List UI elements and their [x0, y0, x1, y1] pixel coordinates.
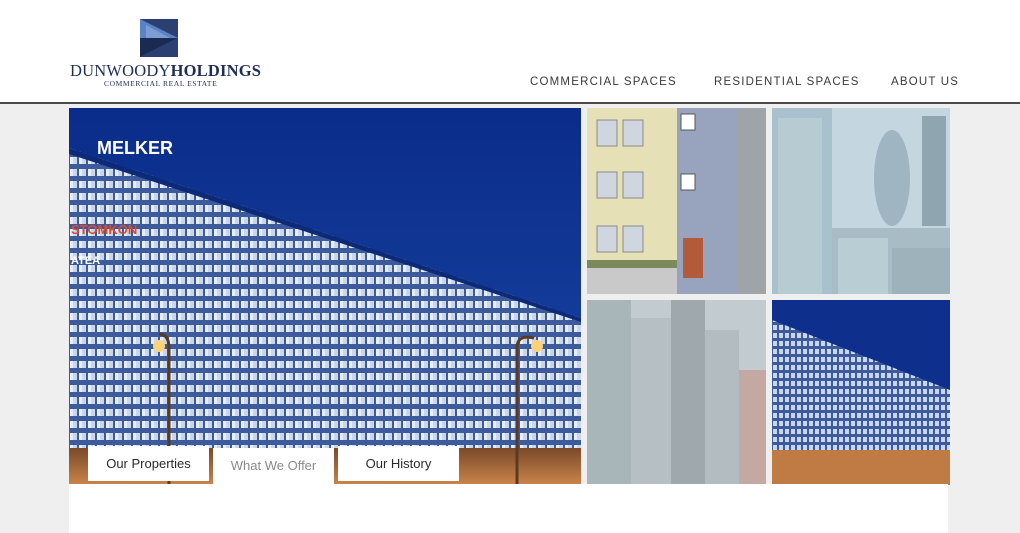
tab-content-panel	[69, 484, 948, 533]
residential-building-image	[587, 108, 766, 294]
thumb-skyscrapers[interactable]	[587, 300, 766, 484]
office-building-night-image	[772, 300, 950, 485]
tab-our-properties[interactable]: Our Properties	[88, 446, 209, 481]
main-nav: COMMERCIAL SPACES RESIDENTIAL SPACES ABO…	[0, 76, 1020, 90]
skyscrapers-image	[587, 300, 766, 484]
sign-atea: ATEA	[71, 255, 100, 267]
tab-our-history[interactable]: Our History	[338, 446, 459, 481]
nav-about-us[interactable]: ABOUT US	[891, 76, 959, 88]
hero-building-illustration: MELKER STOMKON ATEA	[69, 108, 581, 484]
thumb-residential-building[interactable]	[587, 108, 766, 294]
sign-stomkon: STOMKON	[71, 222, 137, 237]
tab-what-we-offer[interactable]: What We Offer	[213, 448, 334, 484]
logo-mark-icon	[140, 19, 178, 57]
city-skyline-image	[772, 108, 950, 294]
thumb-city-skyline[interactable]	[772, 108, 950, 294]
thumb-office-building-night[interactable]	[772, 300, 950, 485]
nav-residential-spaces[interactable]: RESIDENTIAL SPACES	[714, 76, 860, 88]
nav-commercial-spaces[interactable]: COMMERCIAL SPACES	[530, 76, 677, 88]
sign-melker: MELKER	[97, 138, 173, 158]
hero-image: MELKER STOMKON ATEA	[69, 108, 581, 484]
site-header: DUNWOODYHOLDINGS COMMERCIAL REAL ESTATE …	[0, 0, 1020, 104]
